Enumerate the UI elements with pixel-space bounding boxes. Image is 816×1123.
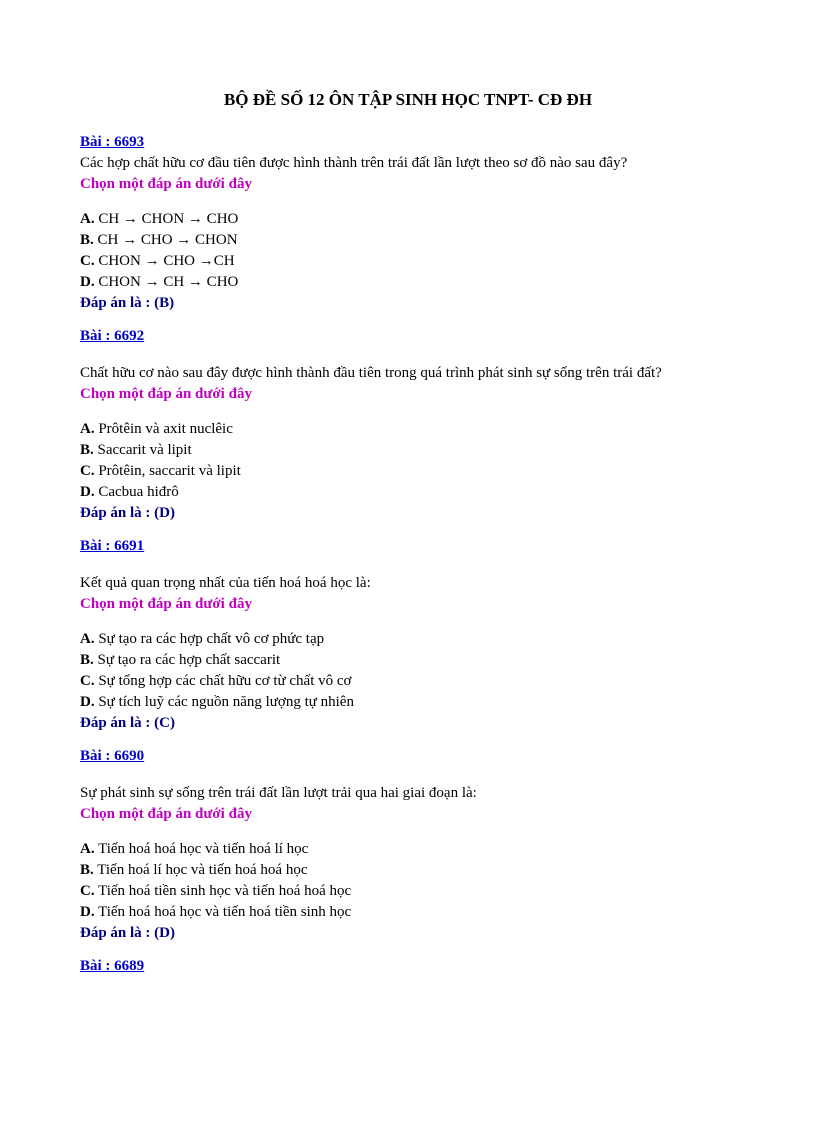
option-letter: B. <box>80 232 94 248</box>
question-link[interactable]: Bài : 6693 <box>80 134 144 151</box>
option-item: D. Cacbua hiđrô <box>80 482 736 503</box>
option-item: C. Sự tổng hợp các chất hữu cơ từ chất v… <box>80 671 736 692</box>
option-item: D. Tiến hoá hoá học và tiến hoá tiền sin… <box>80 902 736 923</box>
answer-text: Đáp án là : (B) <box>80 295 736 312</box>
question-block: Bài : 6691 Kết quả quan trọng nhất của t… <box>80 538 736 732</box>
option-text: CH → CHON → CHO <box>95 211 239 227</box>
option-item: A. CH → CHON → CHO <box>80 209 736 230</box>
option-text: Tiến hoá tiền sinh học và tiến hoá hoá h… <box>95 883 352 899</box>
question-link[interactable]: Bài : 6689 <box>80 958 144 975</box>
option-text: Saccarit và lipit <box>94 442 192 458</box>
option-letter: D. <box>80 274 95 290</box>
question-text: Kết quả quan trọng nhất của tiến hoá hoá… <box>80 573 736 594</box>
option-letter: D. <box>80 904 95 920</box>
answer-text: Đáp án là : (D) <box>80 505 736 522</box>
option-letter: C. <box>80 673 95 689</box>
option-text: Sự tổng hợp các chất hữu cơ từ chất vô c… <box>95 673 352 689</box>
questions-container: Bài : 6693 Các hợp chất hữu cơ đầu tiên … <box>80 134 736 977</box>
option-text: Cacbua hiđrô <box>95 484 179 500</box>
option-text: Tiến hoá hoá học và tiến hoá lí học <box>95 841 309 857</box>
options-list: A. CH → CHON → CHOB. CH → CHO → CHONC. C… <box>80 209 736 293</box>
option-letter: B. <box>80 442 94 458</box>
option-text: Sự tạo ra các hợp chất vô cơ phức tạp <box>95 631 325 647</box>
option-text: CHON → CH → CHO <box>95 274 239 290</box>
option-item: A. Tiến hoá hoá học và tiến hoá lí học <box>80 839 736 860</box>
option-item: C. Tiến hoá tiền sinh học và tiến hoá ho… <box>80 881 736 902</box>
question-block: Bài : 6692 Chất hữu cơ nào sau đây được … <box>80 328 736 522</box>
option-letter: D. <box>80 694 95 710</box>
question-link[interactable]: Bài : 6691 <box>80 538 144 555</box>
question-text: Chất hữu cơ nào sau đây được hình thành … <box>80 363 736 384</box>
question-text: Sự phát sinh sự sống trên trái đất lần l… <box>80 783 736 804</box>
instruction-text: Chọn một đáp án dưới đây <box>80 596 736 613</box>
question-block: Bài : 6693 Các hợp chất hữu cơ đầu tiên … <box>80 134 736 312</box>
option-item: C. CHON → CHO →CH <box>80 251 736 272</box>
option-letter: A. <box>80 841 95 857</box>
option-letter: B. <box>80 862 94 878</box>
options-list: A. Tiến hoá hoá học và tiến hoá lí họcB.… <box>80 839 736 923</box>
question-block: Bài : 6689 <box>80 958 736 977</box>
option-item: B. Tiến hoá lí học và tiến hoá hoá học <box>80 860 736 881</box>
answer-text: Đáp án là : (C) <box>80 715 736 732</box>
option-letter: A. <box>80 421 95 437</box>
option-item: A. Prôtêin và axit nuclêic <box>80 419 736 440</box>
option-text: Prôtêin, saccarit và lipit <box>95 463 241 479</box>
option-item: B. Sự tạo ra các hợp chất saccarit <box>80 650 736 671</box>
option-letter: C. <box>80 883 95 899</box>
option-item: C. Prôtêin, saccarit và lipit <box>80 461 736 482</box>
option-text: Prôtêin và axit nuclêic <box>95 421 233 437</box>
option-item: D. Sự tích luỹ các nguồn năng lượng tự n… <box>80 692 736 713</box>
question-block: Bài : 6690 Sự phát sinh sự sống trên trá… <box>80 748 736 942</box>
document-title: BỘ ĐỀ SỐ 12 ÔN TẬP SINH HỌC TNPT- CĐ ĐH <box>80 90 736 110</box>
answer-text: Đáp án là : (D) <box>80 925 736 942</box>
option-item: A. Sự tạo ra các hợp chất vô cơ phức tạp <box>80 629 736 650</box>
option-text: CHON → CHO →CH <box>95 253 235 269</box>
option-letter: D. <box>80 484 95 500</box>
option-letter: B. <box>80 652 94 668</box>
option-letter: C. <box>80 463 95 479</box>
instruction-text: Chọn một đáp án dưới đây <box>80 176 736 193</box>
instruction-text: Chọn một đáp án dưới đây <box>80 806 736 823</box>
option-item: B. Saccarit và lipit <box>80 440 736 461</box>
option-text: Tiến hoá hoá học và tiến hoá tiền sinh h… <box>95 904 352 920</box>
option-text: CH → CHO → CHON <box>94 232 238 248</box>
option-letter: C. <box>80 253 95 269</box>
options-list: A. Sự tạo ra các hợp chất vô cơ phức tạp… <box>80 629 736 713</box>
option-text: Sự tích luỹ các nguồn năng lượng tự nhiê… <box>95 694 354 710</box>
option-letter: A. <box>80 631 95 647</box>
question-link[interactable]: Bài : 6690 <box>80 748 144 765</box>
question-link[interactable]: Bài : 6692 <box>80 328 144 345</box>
option-text: Tiến hoá lí học và tiến hoá hoá học <box>94 862 308 878</box>
instruction-text: Chọn một đáp án dưới đây <box>80 386 736 403</box>
option-item: B. CH → CHO → CHON <box>80 230 736 251</box>
option-letter: A. <box>80 211 95 227</box>
option-item: D. CHON → CH → CHO <box>80 272 736 293</box>
options-list: A. Prôtêin và axit nuclêicB. Saccarit và… <box>80 419 736 503</box>
option-text: Sự tạo ra các hợp chất saccarit <box>94 652 280 668</box>
question-text: Các hợp chất hữu cơ đầu tiên được hình t… <box>80 153 736 174</box>
